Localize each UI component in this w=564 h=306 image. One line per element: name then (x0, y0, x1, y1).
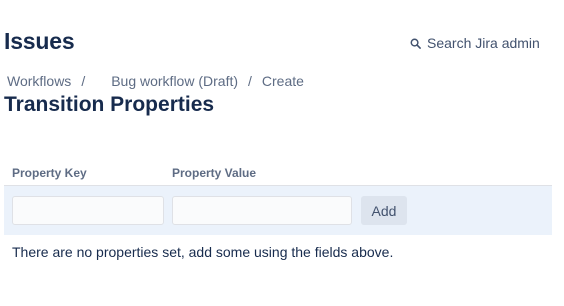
property-input-row: Add (4, 185, 552, 235)
empty-properties-message: There are no properties set, add some us… (12, 244, 394, 260)
page-title: Issues (4, 28, 75, 54)
add-property-button[interactable]: Add (361, 196, 407, 225)
admin-search-label: Search Jira admin (427, 35, 540, 51)
admin-search-link[interactable]: Search Jira admin (410, 34, 540, 52)
search-icon (410, 38, 421, 49)
breadcrumb: Workflows / Bug workflow (Draft) / Creat… (7, 73, 304, 89)
breadcrumb-separator: / (81, 73, 86, 89)
breadcrumb-workflows[interactable]: Workflows (7, 73, 71, 89)
breadcrumb-separator: / (248, 73, 252, 89)
section-title: Transition Properties (4, 93, 215, 116)
breadcrumb-create: Create (261, 73, 304, 89)
breadcrumb-workflow-draft[interactable]: Bug workflow (Draft) (111, 73, 238, 89)
column-header-property-key: Property Key (12, 166, 87, 180)
property-value-input[interactable] (172, 196, 352, 225)
property-key-input[interactable] (12, 196, 164, 225)
column-header-property-value: Property Value (172, 166, 257, 180)
